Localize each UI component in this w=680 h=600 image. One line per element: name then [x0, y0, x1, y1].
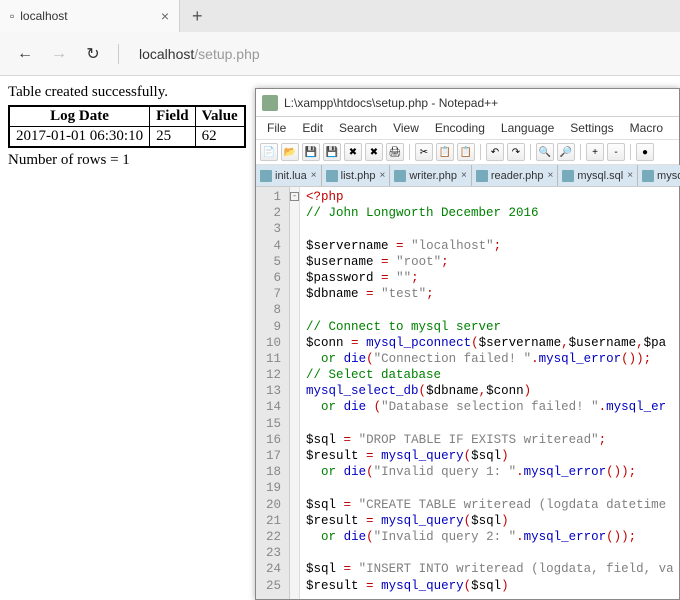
menu-macro[interactable]: Macro	[623, 119, 670, 137]
separator	[480, 144, 481, 160]
close-all-icon[interactable]: ✖	[365, 143, 383, 161]
file-icon	[642, 170, 654, 182]
menu-settings[interactable]: Settings	[563, 119, 620, 137]
zoom-out-icon[interactable]: -	[607, 143, 625, 161]
cell: 62	[195, 127, 245, 148]
result-table: Log Date Field Value 2017-01-01 06:30:10…	[8, 105, 246, 148]
record-icon[interactable]: ●	[636, 143, 654, 161]
fold-column: -	[290, 187, 300, 599]
code-area[interactable]: <?php// John Longworth December 2016$ser…	[300, 187, 679, 599]
menu-view[interactable]: View	[386, 119, 426, 137]
file-tab-label: init.lua	[275, 170, 307, 182]
browser-tab[interactable]: ▫ localhost ×	[0, 0, 180, 32]
app-icon	[262, 95, 278, 111]
cell: 2017-01-01 06:30:10	[9, 127, 150, 148]
close-icon[interactable]: ×	[161, 8, 169, 24]
menu-edit[interactable]: Edit	[295, 119, 330, 137]
file-icon	[562, 170, 574, 182]
file-icon	[326, 170, 338, 182]
close-icon[interactable]: ×	[627, 170, 633, 181]
line-numbers: 1234567891011121314151617181920212223242…	[256, 187, 290, 599]
open-file-icon[interactable]: 📂	[281, 143, 299, 161]
menu-run[interactable]: Run	[672, 119, 680, 137]
tab-title: localhost	[14, 9, 161, 23]
close-file-icon[interactable]: ✖	[344, 143, 362, 161]
refresh-button[interactable]: ↻	[76, 44, 110, 64]
separator	[530, 144, 531, 160]
address-bar[interactable]: localhost/setup.php	[139, 46, 672, 62]
browser-chrome: ▫ localhost × + ← → ↻ localhost/setup.ph…	[0, 0, 680, 76]
file-icon	[394, 170, 406, 182]
notepadpp-window: L:\xampp\htdocs\setup.php - Notepad++ Fi…	[255, 88, 680, 600]
table-header-row: Log Date Field Value	[9, 106, 245, 127]
copy-icon[interactable]: 📋	[436, 143, 454, 161]
file-icon	[260, 170, 272, 182]
menu-search[interactable]: Search	[332, 119, 384, 137]
file-tab[interactable]: writer.php ×	[390, 165, 472, 186]
file-tab[interactable]: mysql.sql ×	[558, 165, 638, 186]
file-tab[interactable]: list.php ×	[322, 165, 391, 186]
separator	[580, 144, 581, 160]
file-tab-label: list.php	[341, 170, 376, 182]
save-icon[interactable]: 💾	[302, 143, 320, 161]
file-tab-label: reader.php	[491, 170, 544, 182]
file-tab-label: mysql.sql	[577, 170, 623, 182]
close-icon[interactable]: ×	[311, 170, 317, 181]
col-header: Log Date	[9, 106, 150, 127]
cut-icon[interactable]: ✂	[415, 143, 433, 161]
toolbar: 📄 📂 💾 💾 ✖ ✖ 🖨 ✂ 📋 📋 ↶ ↷ 🔍 🔎 + - ●	[256, 140, 679, 165]
separator	[409, 144, 410, 160]
menu-language[interactable]: Language	[494, 119, 561, 137]
file-tab-label: mysq	[657, 170, 680, 182]
menu-encoding[interactable]: Encoding	[428, 119, 492, 137]
find-icon[interactable]: 🔍	[536, 143, 554, 161]
file-tabs: init.lua × list.php × writer.php × reader.php ×…	[256, 165, 679, 187]
col-header: Value	[195, 106, 245, 127]
cell: 25	[150, 127, 196, 148]
code-editor[interactable]: 1234567891011121314151617181920212223242…	[256, 187, 679, 599]
undo-icon[interactable]: ↶	[486, 143, 504, 161]
replace-icon[interactable]: 🔎	[557, 143, 575, 161]
save-all-icon[interactable]: 💾	[323, 143, 341, 161]
url-host: localhost	[139, 46, 194, 62]
paste-icon[interactable]: 📋	[457, 143, 475, 161]
file-tab[interactable]: mysq×	[638, 165, 680, 186]
close-icon[interactable]: ×	[461, 170, 467, 181]
back-button[interactable]: ←	[8, 45, 42, 63]
nav-bar: ← → ↻ localhost/setup.php	[0, 32, 680, 76]
file-tab-label: writer.php	[409, 170, 457, 182]
forward-button[interactable]: →	[42, 45, 76, 63]
close-icon[interactable]: ×	[380, 170, 386, 181]
window-titlebar[interactable]: L:\xampp\htdocs\setup.php - Notepad++	[256, 89, 679, 117]
zoom-in-icon[interactable]: +	[586, 143, 604, 161]
file-tab[interactable]: reader.php ×	[472, 165, 558, 186]
window-title: L:\xampp\htdocs\setup.php - Notepad++	[284, 96, 498, 110]
tab-bar: ▫ localhost × +	[0, 0, 680, 32]
close-icon[interactable]: ×	[548, 170, 554, 181]
file-icon	[476, 170, 488, 182]
print-icon[interactable]: 🖨	[386, 143, 404, 161]
file-tab[interactable]: init.lua ×	[256, 165, 322, 186]
new-tab-button[interactable]: +	[180, 6, 215, 27]
separator	[630, 144, 631, 160]
menu-file[interactable]: File	[260, 119, 293, 137]
separator	[118, 44, 119, 64]
new-file-icon[interactable]: 📄	[260, 143, 278, 161]
table-row: 2017-01-01 06:30:10 25 62	[9, 127, 245, 148]
col-header: Field	[150, 106, 196, 127]
url-path: /setup.php	[194, 46, 259, 62]
menu-bar: FileEditSearchViewEncodingLanguageSettin…	[256, 117, 679, 140]
redo-icon[interactable]: ↷	[507, 143, 525, 161]
